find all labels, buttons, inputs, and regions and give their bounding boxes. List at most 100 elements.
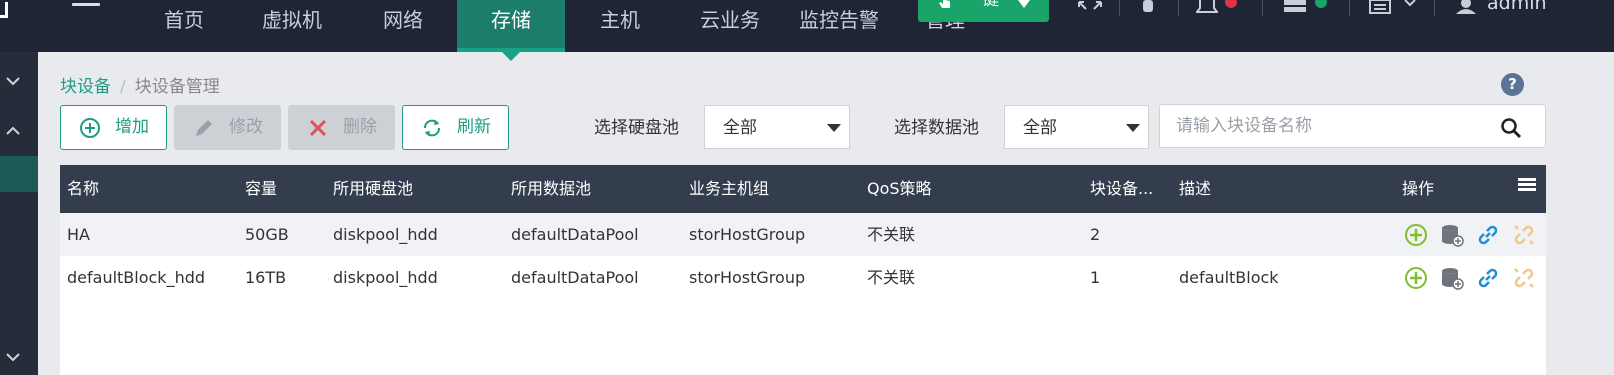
user-name[interactable]: admin [1487, 0, 1547, 14]
cell-qos: 不关联 [867, 268, 916, 287]
diskpool-select-value: 全部 [723, 118, 757, 138]
cell-capacity: 50GB [245, 225, 289, 244]
plus-circle-icon [80, 118, 100, 138]
menu-toggle-icon[interactable] [72, 0, 100, 14]
search-input[interactable] [1176, 113, 1496, 139]
delete-button[interactable]: 删除 [288, 105, 395, 150]
datapool-select-value: 全部 [1023, 118, 1057, 138]
add-button-label: 增加 [115, 117, 149, 137]
block-device-table: 名称 容量 所用硬盘池 所用数据池 业务主机组 QoS策略 块设备... 描述 … [60, 165, 1546, 375]
breadcrumb-root-link[interactable]: 块设备 [60, 77, 111, 97]
cell-diskpool: diskpool_hdd [333, 268, 438, 287]
cell-host-group: storHostGroup [689, 225, 806, 244]
unlink-icon[interactable] [1512, 266, 1536, 290]
nav-active-caret [502, 52, 520, 61]
user-avatar-icon[interactable] [1454, 0, 1478, 14]
chevron-down-icon [1018, 0, 1030, 8]
toolbar-divider [1349, 0, 1350, 16]
search-icon[interactable] [1500, 117, 1522, 139]
cell-host-group: storHostGroup [689, 268, 806, 287]
column-header-diskpool[interactable]: 所用硬盘池 [333, 165, 413, 213]
column-header-name[interactable]: 名称 [67, 165, 99, 213]
chevron-down-icon[interactable] [1404, 0, 1416, 8]
chevron-down-icon[interactable] [6, 74, 20, 88]
nav-storage[interactable]: 存储 [457, 0, 565, 61]
nav-network[interactable]: 网络 [360, 0, 446, 52]
database-add-icon[interactable] [1440, 266, 1464, 290]
column-header-capacity[interactable]: 容量 [245, 165, 277, 213]
refresh-icon [424, 119, 440, 137]
column-header-description[interactable]: 描述 [1179, 165, 1211, 213]
refresh-button[interactable]: 刷新 [402, 105, 509, 150]
table-row[interactable]: defaultBlock_hdd 16TB diskpool_hdd defau… [60, 256, 1546, 299]
refresh-button-label: 刷新 [457, 117, 491, 137]
chevron-down-icon [1126, 124, 1140, 132]
edit-button[interactable]: 修改 [174, 105, 281, 150]
add-circle-icon[interactable] [1404, 266, 1428, 290]
nav-network-label: 网络 [383, 8, 423, 32]
chevron-down-icon[interactable] [6, 350, 20, 364]
breadcrumb-current: 块设备管理 [134, 77, 220, 97]
top-nav-bar: 首页 虚拟机 网络 存储 主机 云业务 监控告警 管理 一键 [0, 0, 1614, 61]
nav-host-label: 主机 [600, 8, 640, 32]
task-count-badge [1315, 0, 1327, 8]
cell-block-device-count: 1 [1090, 268, 1101, 287]
fullscreen-icon[interactable] [1077, 0, 1103, 14]
alarm-count-badge [1225, 0, 1237, 8]
close-icon [309, 119, 327, 137]
column-header-qos[interactable]: QoS策略 [867, 165, 932, 213]
cell-description: defaultBlock [1179, 268, 1279, 287]
cell-block-device-count: 2 [1090, 225, 1101, 244]
column-header-host-group[interactable]: 业务主机组 [689, 165, 769, 213]
cell-datapool: defaultDataPool [511, 225, 639, 244]
unlink-icon[interactable] [1512, 223, 1536, 247]
datapool-select[interactable]: 全部 [1004, 105, 1149, 149]
pencil-icon [196, 120, 212, 136]
cell-capacity: 16TB [245, 268, 287, 287]
breadcrumb: 块设备 / 块设备管理 [60, 72, 220, 97]
search-box [1159, 104, 1546, 148]
add-button[interactable]: 增加 [60, 105, 167, 150]
column-settings-icon[interactable] [1518, 178, 1536, 192]
column-header-datapool[interactable]: 所用数据池 [511, 165, 591, 213]
chevron-down-icon [827, 124, 841, 132]
nav-storage-label: 存储 [491, 8, 531, 32]
link-icon[interactable] [1476, 223, 1500, 247]
lock-icon[interactable] [1140, 0, 1156, 14]
toolbar-divider [1434, 0, 1435, 16]
logo-icon [0, 2, 8, 18]
task-list-icon[interactable] [1369, 0, 1393, 14]
rail-selected-item[interactable] [0, 156, 38, 192]
toolbar-divider [1178, 0, 1179, 16]
left-rail [0, 52, 38, 375]
nav-host[interactable]: 主机 [578, 0, 662, 52]
nav-cloud-business-label: 云业务 [700, 8, 760, 32]
bell-icon[interactable] [1196, 0, 1218, 14]
toolbar-divider [1262, 0, 1263, 16]
nav-vm[interactable]: 虚拟机 [243, 0, 341, 52]
chevron-up-icon[interactable] [6, 124, 20, 138]
toolbar-divider [1119, 0, 1120, 16]
onekey-label: 一键 [965, 0, 999, 10]
help-icon[interactable]: ? [1501, 73, 1524, 96]
table-row[interactable]: HA 50GB diskpool_hdd defaultDataPool sto… [60, 213, 1546, 256]
breadcrumb-separator: / [120, 77, 126, 97]
cell-qos: 不关联 [867, 225, 916, 244]
diskpool-select[interactable]: 全部 [704, 105, 850, 149]
cell-datapool: defaultDataPool [511, 268, 639, 287]
nav-home[interactable]: 首页 [138, 0, 230, 52]
nav-home-label: 首页 [164, 8, 204, 32]
nav-vm-label: 虚拟机 [262, 8, 322, 32]
nav-monitor-alarm-label: 监控告警 [799, 8, 879, 32]
nav-cloud-business[interactable]: 云业务 [683, 0, 777, 52]
link-icon[interactable] [1476, 266, 1500, 290]
server-icon[interactable] [1283, 0, 1307, 14]
onekey-button[interactable]: 一键 [918, 0, 1049, 22]
cell-name: defaultBlock_hdd [67, 268, 206, 287]
hand-pointer-icon [939, 0, 950, 8]
datapool-filter-label: 选择数据池 [894, 118, 979, 138]
nav-monitor-alarm[interactable]: 监控告警 [790, 0, 888, 52]
database-add-icon[interactable] [1440, 223, 1464, 247]
add-circle-icon[interactable] [1404, 223, 1428, 247]
column-header-block-device-count[interactable]: 块设备... [1090, 165, 1170, 213]
